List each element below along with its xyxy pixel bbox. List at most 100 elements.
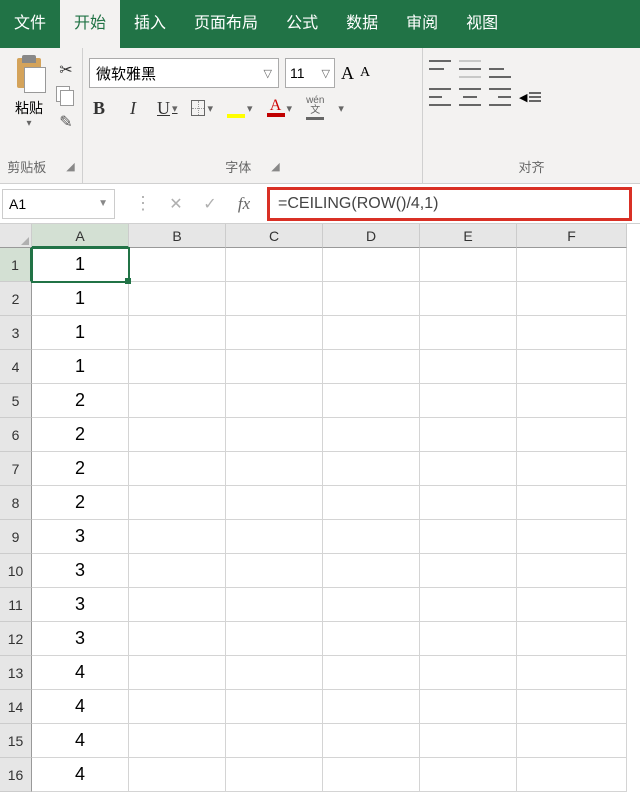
cell[interactable] (226, 758, 323, 792)
cell[interactable] (323, 758, 420, 792)
cell[interactable] (420, 622, 517, 656)
cell[interactable] (323, 350, 420, 384)
row-header[interactable]: 3 (0, 316, 32, 350)
align-center-icon[interactable] (459, 88, 481, 106)
tab-formulas[interactable]: 公式 (272, 0, 332, 48)
cancel-formula-icon[interactable]: ✕ (159, 189, 193, 219)
decrease-font-icon[interactable]: A (360, 65, 370, 81)
cell[interactable] (129, 316, 226, 350)
cell[interactable] (226, 554, 323, 588)
cell[interactable] (226, 384, 323, 418)
cell[interactable] (517, 724, 627, 758)
cell[interactable]: 1 (32, 316, 129, 350)
font-name-select[interactable]: 微软雅黑 ▽ (89, 58, 279, 88)
row-header[interactable]: 6 (0, 418, 32, 452)
tab-layout[interactable]: 页面布局 (180, 0, 272, 48)
cell[interactable] (517, 248, 627, 282)
col-header-a[interactable]: A (32, 224, 129, 248)
cell[interactable] (226, 418, 323, 452)
cell[interactable] (517, 316, 627, 350)
row-header[interactable]: 16 (0, 758, 32, 792)
cell[interactable] (129, 248, 226, 282)
col-header-d[interactable]: D (323, 224, 420, 248)
cell[interactable] (420, 520, 517, 554)
fill-color-button[interactable]: ▾ (227, 99, 253, 118)
italic-button[interactable]: I (123, 98, 143, 119)
cut-icon[interactable]: ✂ (56, 60, 76, 80)
cell[interactable]: 1 (32, 350, 129, 384)
row-header[interactable]: 11 (0, 588, 32, 622)
cell[interactable]: 1 (32, 282, 129, 316)
tab-insert[interactable]: 插入 (120, 0, 180, 48)
row-header[interactable]: 8 (0, 486, 32, 520)
cell[interactable] (226, 282, 323, 316)
cell[interactable] (517, 588, 627, 622)
phonetic-guide-button[interactable]: wén 文 (306, 96, 324, 120)
align-top-icon[interactable] (429, 60, 451, 78)
cell[interactable] (226, 452, 323, 486)
cell[interactable] (129, 520, 226, 554)
cell[interactable] (129, 656, 226, 690)
cell[interactable] (517, 418, 627, 452)
cell[interactable] (129, 622, 226, 656)
underline-button[interactable]: U▾ (157, 98, 177, 119)
select-all-corner[interactable] (0, 224, 32, 248)
row-header[interactable]: 1 (0, 248, 32, 282)
confirm-formula-icon[interactable]: ✓ (193, 189, 227, 219)
cell[interactable] (323, 452, 420, 486)
cell[interactable] (129, 724, 226, 758)
cell[interactable] (226, 248, 323, 282)
cell[interactable] (517, 690, 627, 724)
cell[interactable] (420, 452, 517, 486)
cell[interactable] (420, 486, 517, 520)
cell[interactable] (517, 520, 627, 554)
cell[interactable]: 2 (32, 384, 129, 418)
row-header[interactable]: 5 (0, 384, 32, 418)
row-header[interactable]: 2 (0, 282, 32, 316)
cell[interactable] (323, 554, 420, 588)
cell[interactable] (323, 622, 420, 656)
cell[interactable]: 2 (32, 418, 129, 452)
cell[interactable]: 4 (32, 758, 129, 792)
cell[interactable] (129, 690, 226, 724)
cell[interactable] (129, 384, 226, 418)
cell[interactable] (323, 384, 420, 418)
col-header-e[interactable]: E (420, 224, 517, 248)
cell[interactable] (323, 724, 420, 758)
row-header[interactable]: 7 (0, 452, 32, 486)
cell[interactable]: 3 (32, 588, 129, 622)
cell[interactable] (129, 486, 226, 520)
formula-input[interactable]: =CEILING(ROW()/4,1) (267, 187, 632, 221)
cell[interactable] (420, 418, 517, 452)
paste-button[interactable]: 粘贴 ▾ (6, 52, 52, 129)
align-bottom-icon[interactable] (489, 60, 511, 78)
cell[interactable] (129, 758, 226, 792)
align-right-icon[interactable] (489, 88, 511, 106)
cell[interactable] (226, 622, 323, 656)
cell[interactable] (226, 486, 323, 520)
format-painter-icon[interactable]: ✎ (56, 112, 76, 132)
cell[interactable] (323, 248, 420, 282)
cell[interactable]: 4 (32, 724, 129, 758)
cell[interactable] (323, 418, 420, 452)
cell[interactable]: 3 (32, 622, 129, 656)
cell[interactable]: 4 (32, 690, 129, 724)
cell[interactable]: 3 (32, 520, 129, 554)
cell[interactable] (420, 316, 517, 350)
cell[interactable] (517, 554, 627, 588)
tab-data[interactable]: 数据 (332, 0, 392, 48)
cell[interactable] (129, 282, 226, 316)
cell[interactable] (517, 486, 627, 520)
row-header[interactable]: 10 (0, 554, 32, 588)
cell[interactable] (226, 588, 323, 622)
dialog-launcher-icon[interactable]: ◢ (271, 160, 279, 173)
cell[interactable] (517, 452, 627, 486)
cell[interactable] (517, 656, 627, 690)
cell[interactable] (420, 690, 517, 724)
cell[interactable] (323, 316, 420, 350)
cell[interactable] (420, 758, 517, 792)
cell[interactable] (420, 282, 517, 316)
cell[interactable] (323, 656, 420, 690)
cell[interactable] (517, 282, 627, 316)
cell[interactable] (226, 656, 323, 690)
